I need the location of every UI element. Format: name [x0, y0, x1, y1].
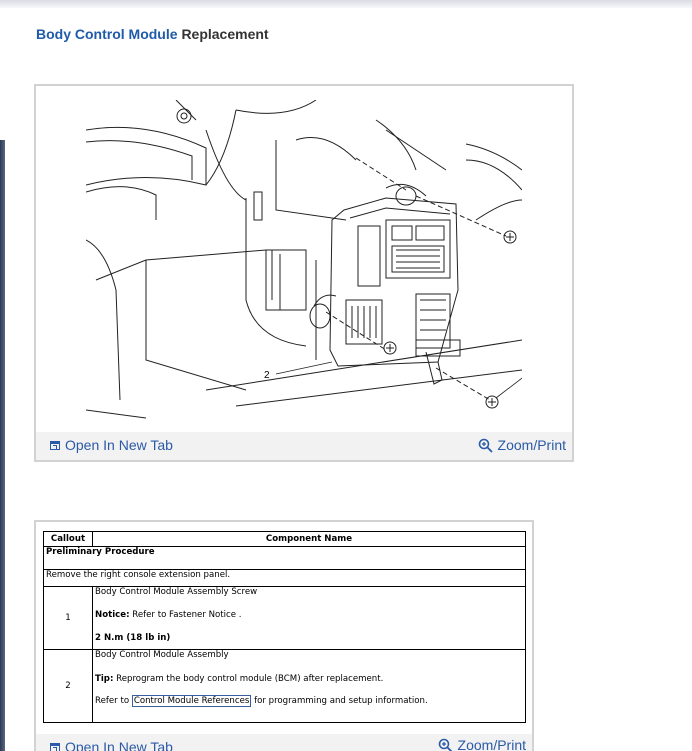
left-edge-strip: [0, 140, 5, 751]
bcm-diagram-svg: 1 2: [85, 99, 538, 419]
refer-line: Refer to Control Module References for p…: [95, 695, 523, 707]
zoom-print-label: Zoom/Print: [497, 437, 566, 453]
header-callout: Callout: [43, 531, 93, 547]
open-new-tab-link[interactable]: Open In New Tab: [50, 437, 173, 453]
page-title-part2: Replacement: [181, 26, 269, 42]
tip-text: Reprogram the body control module (BCM) …: [116, 674, 384, 684]
table-row: 1 Body Control Module Assembly Screw Not…: [43, 586, 526, 650]
notice-label: Notice:: [95, 610, 130, 620]
open-new-tab-icon: [50, 742, 60, 751]
table-card: Callout Component Name Preliminary Proce…: [34, 520, 534, 751]
callout-cell-1: 1: [43, 586, 93, 650]
zoom-icon: [478, 438, 493, 453]
diagram-card: 1 2 Open In New Tab Zoom/Print: [34, 84, 574, 462]
component-cell-1: Body Control Module Assembly Screw Notic…: [92, 586, 526, 650]
preliminary-text: Remove the right console extension panel…: [43, 569, 526, 587]
zoom-print-link[interactable]: Zoom/Print: [478, 437, 566, 453]
zoom-icon: [438, 738, 453, 751]
bcm-diagram: 1 2: [85, 99, 538, 420]
component-name-2: Body Control Module Assembly: [95, 650, 229, 660]
open-new-tab-label: Open In New Tab: [65, 437, 173, 453]
table-open-new-tab-label: Open In New Tab: [65, 739, 173, 751]
refer-pre: Refer to: [95, 696, 130, 706]
preliminary-text-row: Remove the right console extension panel…: [43, 569, 526, 587]
component-name-1: Body Control Module Assembly Screw: [95, 587, 258, 597]
torque-spec: 2 N.m (18 lb in): [95, 633, 171, 643]
refer-post: for programming and setup information.: [254, 696, 428, 706]
component-table: Callout Component Name Preliminary Proce…: [43, 531, 526, 723]
top-bar-edge: [0, 6, 692, 8]
notice-text: Refer to Fastener Notice .: [132, 610, 242, 620]
component-cell-2: Body Control Module Assembly Tip: Reprog…: [92, 649, 526, 723]
tip-line: Tip: Reprogram the body control module (…: [95, 674, 523, 684]
control-module-references-link[interactable]: Control Module References: [131, 695, 252, 707]
table-zoom-print-link[interactable]: Zoom/Print: [438, 737, 526, 751]
notice-line: Notice: Refer to Fastener Notice .: [95, 610, 523, 620]
diagram-card-footer: Open In New Tab Zoom/Print: [36, 432, 572, 460]
callout-cell-2: 2: [43, 649, 93, 723]
table-open-new-tab-link[interactable]: Open In New Tab: [50, 739, 173, 751]
page-title-part1: Body Control Module: [36, 26, 178, 42]
callout-label-2: 2: [264, 370, 270, 381]
header-component-name: Component Name: [92, 531, 526, 547]
table-header-row: Callout Component Name: [43, 531, 526, 547]
table-zoom-print-label: Zoom/Print: [457, 737, 526, 751]
preliminary-heading: Preliminary Procedure: [43, 546, 526, 570]
page-title: Body Control Module Replacement: [36, 26, 269, 42]
table-row: 2 Body Control Module Assembly Tip: Repr…: [43, 649, 526, 723]
preliminary-heading-row: Preliminary Procedure: [43, 546, 526, 570]
tip-label: Tip:: [95, 674, 114, 684]
open-new-tab-icon: [50, 440, 60, 450]
table-card-footer: Open In New Tab Zoom/Print: [36, 734, 532, 751]
